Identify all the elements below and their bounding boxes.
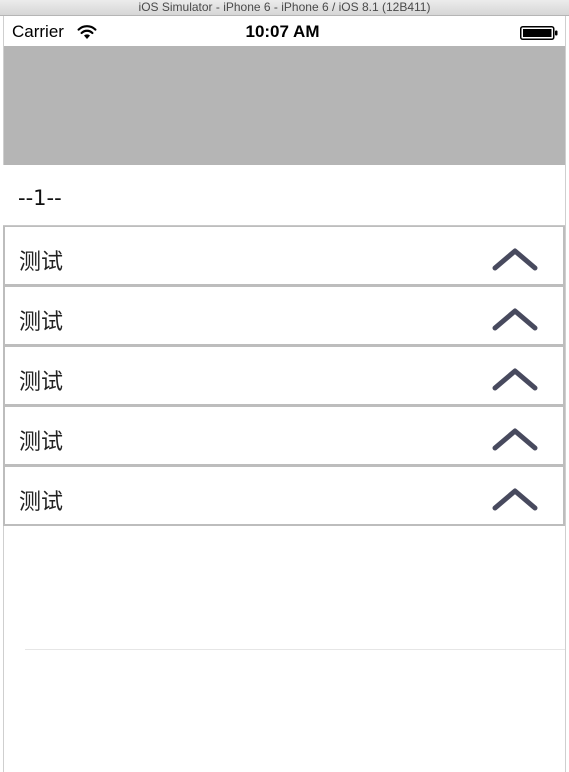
simulator-title-bar: iOS Simulator - iPhone 6 - iPhone 6 / iO…: [0, 0, 569, 16]
chevron-up-icon[interactable]: [491, 367, 539, 391]
list-item[interactable]: 测试: [3, 406, 565, 466]
list-item[interactable]: 测试: [3, 286, 565, 346]
accordion-list: 测试 测试 测试 测试 测试: [3, 226, 565, 526]
header-banner: [0, 46, 565, 165]
list-item-label: 测试: [19, 370, 64, 395]
list-item-label: 测试: [19, 250, 64, 275]
status-clock: 10:07 AM: [245, 22, 320, 41]
chevron-up-icon[interactable]: [491, 487, 539, 511]
list-item[interactable]: 测试: [3, 466, 565, 526]
battery-full-icon: [520, 26, 558, 40]
screen-right-edge: [565, 16, 569, 772]
list-item-label: 测试: [19, 490, 64, 515]
chevron-up-icon[interactable]: [491, 307, 539, 331]
divider: [25, 649, 565, 650]
list-item-label: 测试: [19, 310, 64, 335]
simulator-title: iOS Simulator - iPhone 6 - iPhone 6 / iO…: [138, 0, 431, 14]
list-item[interactable]: 测试: [3, 346, 565, 406]
list-item-label: 测试: [19, 430, 64, 455]
list-item[interactable]: 测试: [3, 226, 565, 286]
chevron-up-icon[interactable]: [491, 427, 539, 451]
status-bar: Carrier 10:07 AM: [0, 16, 565, 46]
simulator-window: iOS Simulator - iPhone 6 - iPhone 6 / iO…: [0, 0, 569, 772]
chevron-up-icon[interactable]: [491, 247, 539, 271]
section-header: --1--: [3, 165, 565, 226]
section-title: --1--: [18, 186, 62, 210]
